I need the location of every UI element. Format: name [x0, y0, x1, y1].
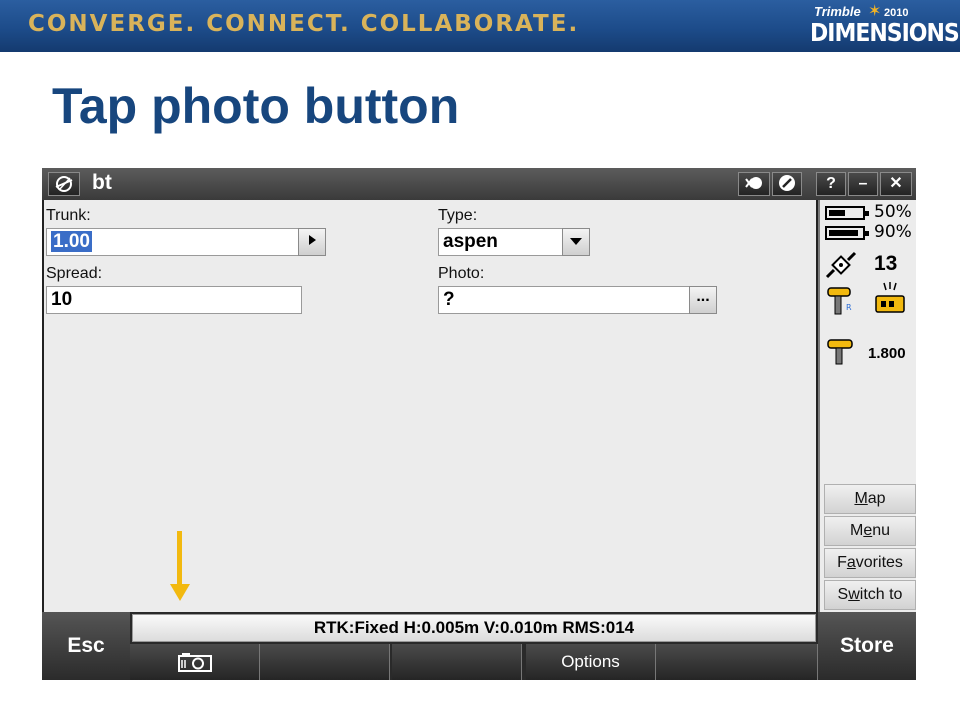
antenna-icon — [827, 339, 853, 365]
photo-label: Photo: — [438, 265, 485, 282]
map-button[interactable]: Map — [824, 484, 916, 514]
options-softkey[interactable]: Options — [526, 644, 656, 680]
banner-tagline: CONVERGE. CONNECT. COLLABORATE. — [28, 11, 580, 37]
antenna-height: 1.800 — [868, 345, 906, 362]
trimble-globe-icon — [55, 176, 73, 192]
satellite-count: 13 — [874, 252, 898, 275]
type-dropdown-button[interactable] — [562, 228, 590, 256]
star-icon: ✶ — [868, 3, 882, 20]
battery2-fill — [829, 230, 858, 236]
type-value: aspen — [443, 231, 498, 252]
map-label-post: ap — [867, 490, 886, 507]
favorites-label-pre: F — [837, 554, 847, 571]
esc-button[interactable]: Esc — [42, 612, 130, 680]
spread-value: 10 — [51, 289, 73, 310]
switch-label-pre: S — [837, 586, 849, 603]
app-menu-button[interactable] — [48, 172, 80, 196]
softkey-5-empty[interactable] — [656, 644, 818, 680]
battery1-icon — [825, 206, 869, 220]
form-area: Trunk: 1.00 Type: aspen Spread: 10 Photo… — [44, 200, 816, 612]
favorites-label-post: vorites — [855, 554, 903, 571]
callout-arrow — [177, 531, 182, 586]
softkey-3-empty[interactable] — [392, 644, 522, 680]
trunk-field[interactable]: 1.00 — [46, 228, 300, 256]
spread-field[interactable]: 10 — [46, 286, 302, 314]
switch-to-button[interactable]: Switch to — [824, 580, 916, 610]
brand-year: 2010 — [884, 7, 909, 19]
device-screen: bt ? – ✕ Trunk: 1.00 Type: aspen Spread:… — [42, 168, 916, 680]
instrument-icon — [745, 177, 762, 189]
switch-label-key: w — [848, 586, 860, 603]
battery1-percent: 50% — [874, 202, 912, 222]
minimize-button[interactable]: – — [848, 172, 878, 196]
photo-browse-button[interactable]: ... — [689, 286, 717, 314]
play-arrow-icon — [309, 235, 316, 245]
help-button[interactable]: ? — [816, 172, 846, 196]
trunk-value: 1.00 — [51, 231, 92, 252]
trunk-arrow-button[interactable] — [298, 228, 326, 256]
slide-title: Tap photo button — [52, 78, 460, 134]
store-button[interactable]: Store — [818, 612, 916, 680]
photo-softkey[interactable] — [130, 644, 260, 680]
brand-event: DIMENSIONS — [810, 19, 960, 48]
brand-company: Trimble — [814, 4, 861, 19]
trimble-dimensions-logo: Trimble ✶ 2010 DIMENSIONS — [810, 3, 960, 48]
menu-label-post: nu — [872, 522, 891, 539]
spread-label: Spread: — [46, 265, 103, 282]
rover-receiver-icon: R — [827, 287, 852, 315]
callout-arrow-head — [170, 584, 190, 601]
type-label: Type: — [438, 207, 478, 224]
bottom-bar: Esc RTK:Fixed H:0.005m V:0.010m RMS:014 … — [42, 612, 916, 680]
menu-label-key: e — [863, 522, 873, 539]
satellite-icon — [825, 251, 857, 279]
softkey-2-empty[interactable] — [260, 644, 390, 680]
rtk-status-line: RTK:Fixed H:0.005m V:0.010m RMS:014 — [132, 614, 816, 642]
no-entry-button[interactable] — [772, 172, 802, 196]
slide-banner: CONVERGE. CONNECT. COLLABORATE. Trimble … — [0, 0, 960, 52]
battery2-percent: 90% — [874, 222, 912, 242]
prohibited-icon — [779, 175, 795, 191]
chevron-down-icon — [570, 238, 582, 245]
battery1-fill — [829, 210, 845, 216]
photo-field[interactable]: ? — [438, 286, 690, 314]
map-label-key: M — [854, 490, 868, 507]
photo-value: ? — [443, 289, 455, 310]
close-button[interactable]: ✕ — [880, 172, 912, 196]
menu-label-pre: M — [849, 522, 864, 539]
battery2-icon — [825, 226, 869, 240]
trunk-label: Trunk: — [46, 207, 91, 224]
switch-label-post: itch to — [859, 586, 903, 603]
title-bar: bt ? – ✕ — [42, 168, 916, 200]
status-sidebar: 50% 90% 13 R 1.800 Map Menu Favorites Sw… — [818, 200, 916, 612]
radio-signal-icon — [875, 282, 905, 313]
svg-text:R: R — [846, 303, 852, 312]
favorites-label-key: a — [846, 554, 856, 571]
menu-button[interactable]: Menu — [824, 516, 916, 546]
favorites-button[interactable]: Favorites — [824, 548, 916, 578]
camera-icon — [177, 653, 212, 672]
instrument-button[interactable] — [738, 172, 770, 196]
type-dropdown[interactable]: aspen — [438, 228, 564, 256]
window-title: bt — [92, 171, 112, 194]
